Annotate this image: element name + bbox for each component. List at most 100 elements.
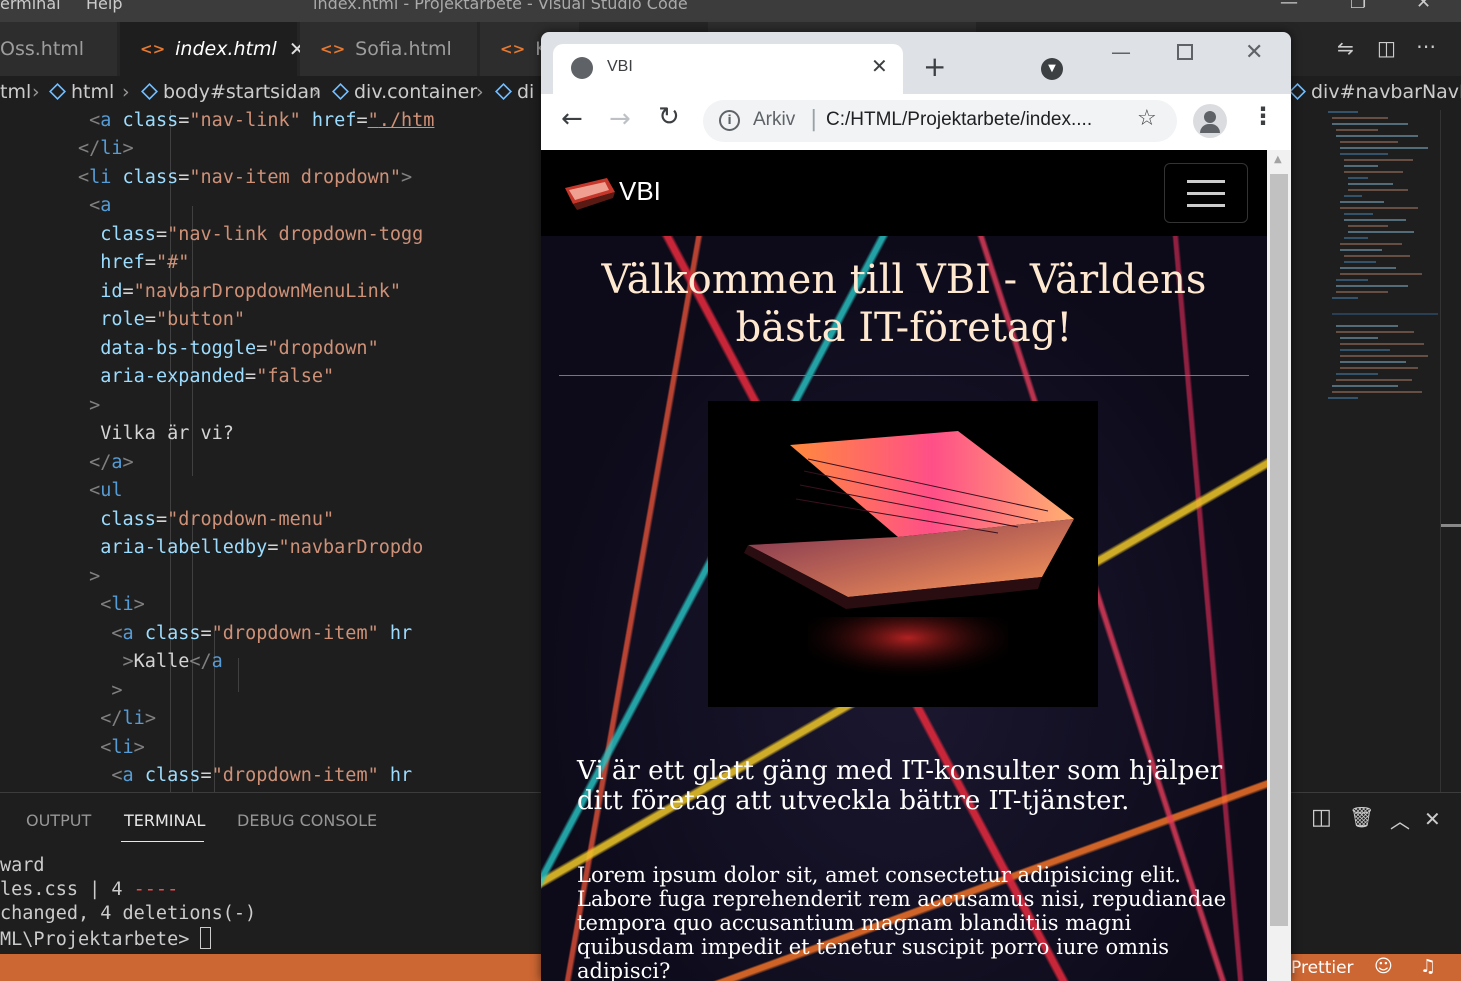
restore-icon[interactable]: ❐: [1350, 0, 1366, 13]
split-terminal-icon[interactable]: ◫: [1311, 805, 1332, 830]
browser-tab[interactable]: VBI ✕: [553, 44, 903, 94]
tab-sofia-html[interactable]: <> Sofia.html: [300, 22, 478, 76]
terminal-line: changed, 4 deletions(-): [0, 903, 257, 924]
breadcrumb-html[interactable]: html: [49, 81, 114, 103]
hamburger-icon: [1187, 180, 1225, 183]
page-scrollbar[interactable]: ▲: [1267, 150, 1291, 981]
navbar-brand[interactable]: VBI: [619, 176, 661, 207]
code-line: href="#": [100, 252, 190, 273]
code-line: aria-labelledby="navbarDropdo: [100, 537, 424, 558]
scroll-up-icon[interactable]: ▲: [1274, 154, 1282, 165]
url-text: C:/HTML/Projektarbete/index....: [826, 109, 1093, 130]
editor-scrollbar[interactable]: [1440, 110, 1461, 792]
globe-icon: [571, 57, 593, 79]
notifications-bell-icon[interactable]: ♫: [1420, 956, 1436, 977]
tab-search-icon[interactable]: ▼: [1041, 58, 1063, 80]
close-panel-icon[interactable]: ✕: [1424, 807, 1441, 831]
chevron-right-icon: ›: [122, 81, 130, 103]
code-line: <a class="nav-link" href="./htm: [89, 110, 435, 131]
tab-index-html[interactable]: <> index.html ✕: [120, 22, 306, 76]
forward-icon[interactable]: →: [609, 104, 631, 134]
breadcrumb-div[interactable]: di: [495, 81, 534, 103]
code-line: aria-expanded="false": [100, 366, 335, 387]
compare-icon[interactable]: ⇋: [1337, 36, 1354, 60]
tab-terminal[interactable]: TERMINAL: [124, 811, 205, 830]
page-viewport: VBI Välkommen till VBI - Världens bästa …: [541, 150, 1267, 981]
bookmark-star-icon[interactable]: ☆: [1137, 106, 1157, 131]
terminal-prompt[interactable]: ML\Projektarbete>: [0, 927, 212, 950]
navbar-toggler-button[interactable]: [1164, 163, 1248, 223]
new-tab-icon[interactable]: +: [923, 50, 946, 83]
split-editor-icon[interactable]: ◫: [1377, 36, 1396, 60]
more-actions-icon[interactable]: ⋯: [1416, 34, 1436, 58]
code-line: >: [89, 395, 101, 416]
minimap[interactable]: [1318, 110, 1443, 410]
code-line: <a class="dropdown-item" hr: [111, 623, 413, 644]
code-line: <a class="dropdown-item" hr: [111, 765, 413, 786]
reload-icon[interactable]: ↻: [658, 102, 680, 132]
brand-logo-icon[interactable]: [561, 174, 617, 214]
breadcrumb-item[interactable]: tml: [0, 81, 31, 103]
scroll-thumb[interactable]: [1270, 174, 1288, 926]
menu-help[interactable]: Help: [86, 0, 122, 13]
browser-tab-title: VBI: [607, 58, 633, 75]
back-icon[interactable]: ←: [561, 104, 583, 134]
browser-toolbar: ← → ↻ i Arkiv | C:/HTML/Projektarbete/in…: [541, 94, 1291, 150]
maximize-panel-icon[interactable]: ︿: [1390, 805, 1410, 834]
active-tab-underline: [121, 841, 204, 842]
chevron-right-icon: ›: [312, 81, 320, 103]
tab-oss-html[interactable]: Oss.html: [0, 22, 118, 76]
element-icon: [495, 83, 512, 100]
status-prettier[interactable]: Prettier: [1291, 958, 1354, 978]
url-scheme-label: Arkiv: [753, 109, 796, 130]
code-line: <li>: [100, 594, 145, 615]
hero-body: Lorem ipsum dolor sit, amet consectetur …: [577, 863, 1227, 981]
site-navbar: VBI: [541, 150, 1267, 236]
code-line: <a: [89, 195, 112, 216]
trash-icon[interactable]: 🗑: [1349, 805, 1374, 829]
element-icon: [1289, 83, 1306, 100]
info-icon[interactable]: i: [719, 110, 740, 131]
kebab-menu-icon[interactable]: ⋮: [1251, 102, 1275, 130]
html-file-icon: <>: [320, 40, 346, 58]
laptop-image: [708, 401, 1098, 707]
breadcrumb-container[interactable]: div.container: [332, 81, 477, 103]
code-line: class="dropdown-menu": [100, 509, 335, 530]
code-line: <li>: [100, 737, 145, 758]
url-separator: |: [810, 107, 818, 132]
close-window-icon[interactable]: ✕: [1245, 40, 1263, 65]
code-line: role="button": [100, 309, 246, 330]
tab-debug-console[interactable]: DEBUG CONSOLE: [237, 811, 377, 830]
code-line: <ul: [89, 480, 123, 501]
tab-close-icon[interactable]: ✕: [871, 54, 888, 78]
browser-window: VBI ✕ + ▼ — ✕ ← → ↻ i Arkiv | C:/HTML/Pr…: [541, 32, 1291, 981]
code-line: data-bs-toggle="dropdown": [100, 338, 379, 359]
code-line: </a>: [89, 452, 134, 473]
maximize-icon[interactable]: [1177, 44, 1193, 60]
hero-lead: Vi är ett glatt gäng med IT-konsulter so…: [577, 756, 1223, 816]
tab-label: index.html: [175, 38, 277, 60]
code-line: </li>: [100, 708, 156, 729]
tab-label: Oss.html: [0, 38, 85, 60]
minimize-icon[interactable]: —: [1111, 40, 1131, 64]
element-icon: [332, 83, 349, 100]
code-line: >: [89, 566, 101, 587]
minimize-icon[interactable]: —: [1280, 0, 1298, 13]
code-line: </li>: [77, 138, 134, 159]
code-line: class="nav-link dropdown-togg: [100, 224, 424, 245]
breadcrumb-navbar[interactable]: div#navbarNavDr: [1289, 81, 1461, 103]
profile-avatar-icon[interactable]: [1193, 104, 1227, 138]
tab-output[interactable]: OUTPUT: [26, 811, 91, 830]
chevron-right-icon: ›: [476, 81, 484, 103]
terminal-line: ward: [0, 855, 45, 876]
breadcrumb-body[interactable]: body#startsidan: [141, 81, 321, 103]
close-icon[interactable]: ✕: [1416, 0, 1431, 13]
element-icon: [49, 83, 66, 100]
html-file-icon: <>: [500, 40, 526, 58]
address-bar[interactable]: i Arkiv | C:/HTML/Projektarbete/index...…: [703, 100, 1177, 142]
tab-label: Sofia.html: [355, 38, 452, 60]
hero-section: Välkommen till VBI - Världens bästa IT-f…: [541, 236, 1267, 981]
code-line: id="navbarDropdownMenuLink": [100, 281, 401, 302]
menu-terminal[interactable]: erminal: [0, 0, 61, 13]
feedback-icon[interactable]: ☺: [1374, 956, 1393, 977]
